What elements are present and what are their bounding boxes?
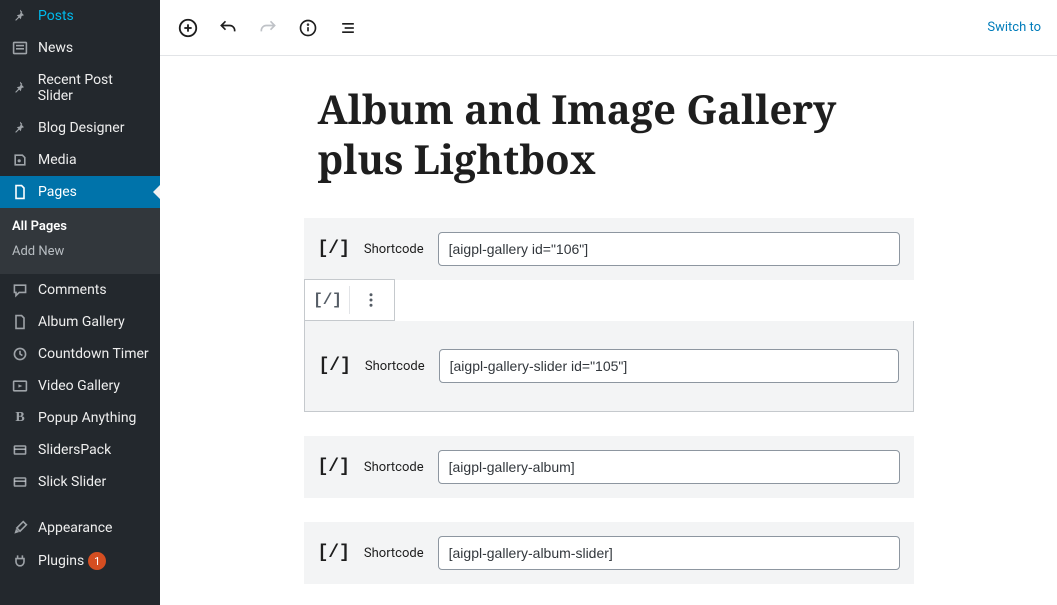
shortcode-input[interactable] xyxy=(439,349,899,383)
block-type-button[interactable]: [/] xyxy=(311,283,345,317)
shortcode-input[interactable] xyxy=(438,450,900,484)
news-icon xyxy=(10,40,30,56)
shortcode-input[interactable] xyxy=(438,536,900,570)
shortcode-label: Shortcode xyxy=(364,242,424,257)
redo-button[interactable] xyxy=(256,16,280,40)
update-badge: 1 xyxy=(88,552,106,570)
sidebar-item-label: Comments xyxy=(38,282,107,298)
block-toolbar: [/] xyxy=(304,279,395,321)
sidebar-item-comments[interactable]: Comments xyxy=(0,274,160,306)
sidebar-item-label: Appearance xyxy=(38,520,112,536)
sidebar-item-video-gallery[interactable]: Video Gallery xyxy=(0,370,160,402)
add-block-button[interactable] xyxy=(176,16,200,40)
sidebar-item-label: Slick Slider xyxy=(38,474,106,490)
pin-icon xyxy=(10,120,30,136)
comment-icon xyxy=(10,282,30,298)
sidebar-item-pages[interactable]: Pages xyxy=(0,176,160,208)
block-more-button[interactable] xyxy=(354,283,388,317)
sidebar-item-label: Pages xyxy=(38,184,77,200)
sidebar-item-album-gallery[interactable]: Album Gallery xyxy=(0,306,160,338)
panel-icon xyxy=(10,474,30,490)
panel-icon xyxy=(10,442,30,458)
sidebar-item-countdown-timer[interactable]: Countdown Timer xyxy=(0,338,160,370)
sidebar-item-label: SlidersPack xyxy=(38,442,111,458)
post-title[interactable]: Album and Image Gallery plus Lightbox xyxy=(304,84,914,184)
shortcode-icon: [/] xyxy=(318,543,350,563)
sidebar-item-label: Recent Post Slider xyxy=(38,72,150,104)
sidebar-item-popup-anything[interactable]: B Popup Anything xyxy=(0,402,160,434)
editor-area: Switch to Album and Image Gallery plus L… xyxy=(160,0,1057,605)
shortcode-icon: [/] xyxy=(319,356,351,376)
separator xyxy=(349,286,350,314)
admin-sidebar: Posts News Recent Post Slider Blog Desig… xyxy=(0,0,160,605)
outline-button[interactable] xyxy=(336,16,360,40)
sidebar-item-label: Blog Designer xyxy=(38,120,124,136)
sidebar-item-appearance[interactable]: Appearance xyxy=(0,512,160,544)
sidebar-item-slick-slider[interactable]: Slick Slider xyxy=(0,466,160,498)
shortcode-input[interactable] xyxy=(438,232,900,266)
shortcode-label: Shortcode xyxy=(365,359,425,374)
sidebar-item-plugins[interactable]: Plugins 1 xyxy=(0,544,160,578)
editor-canvas: Album and Image Gallery plus Lightbox [/… xyxy=(304,56,914,605)
shortcode-block[interactable]: [/] Shortcode xyxy=(304,436,914,498)
pin-icon xyxy=(10,80,30,96)
brush-icon xyxy=(10,520,30,536)
shortcode-icon: [/] xyxy=(318,457,350,477)
undo-button[interactable] xyxy=(216,16,240,40)
shortcode-icon: [/] xyxy=(318,239,350,259)
sidebar-item-label: News xyxy=(38,40,73,56)
shortcode-label: Shortcode xyxy=(364,546,424,561)
sidebar-item-label: Plugins xyxy=(38,553,84,569)
sidebar-item-label: Album Gallery xyxy=(38,314,125,330)
sidebar-item-posts[interactable]: Posts xyxy=(0,0,160,32)
sidebar-item-label: Media xyxy=(38,152,77,168)
submenu-item-add-new[interactable]: Add New xyxy=(0,239,160,264)
sidebar-item-blog-designer[interactable]: Blog Designer xyxy=(0,112,160,144)
shortcode-block-selected[interactable]: [/] Shortcode xyxy=(304,321,914,412)
sidebar-item-label: Video Gallery xyxy=(38,378,120,394)
pin-icon xyxy=(10,8,30,24)
shortcode-block[interactable]: [/] Shortcode xyxy=(304,522,914,584)
sidebar-item-media[interactable]: Media xyxy=(0,144,160,176)
submenu-item-all-pages[interactable]: All Pages xyxy=(0,214,160,239)
sidebar-submenu-pages: All Pages Add New xyxy=(0,208,160,274)
bold-icon: B xyxy=(10,410,30,426)
sidebar-item-label: Popup Anything xyxy=(38,410,136,426)
sidebar-item-recent-post-slider[interactable]: Recent Post Slider xyxy=(0,64,160,112)
shortcode-label: Shortcode xyxy=(364,460,424,475)
media-icon xyxy=(10,152,30,168)
plug-icon xyxy=(10,553,30,569)
sidebar-item-label: Countdown Timer xyxy=(38,346,149,362)
sidebar-item-sliderspack[interactable]: SlidersPack xyxy=(0,434,160,466)
page-icon xyxy=(10,184,30,200)
switch-editor-link[interactable]: Switch to xyxy=(987,20,1041,35)
clock-icon xyxy=(10,346,30,362)
sidebar-item-label: Posts xyxy=(38,8,74,24)
sidebar-item-news[interactable]: News xyxy=(0,32,160,64)
page-icon xyxy=(10,314,30,330)
video-icon xyxy=(10,378,30,394)
editor-toolbar: Switch to xyxy=(160,0,1057,56)
info-button[interactable] xyxy=(296,16,320,40)
